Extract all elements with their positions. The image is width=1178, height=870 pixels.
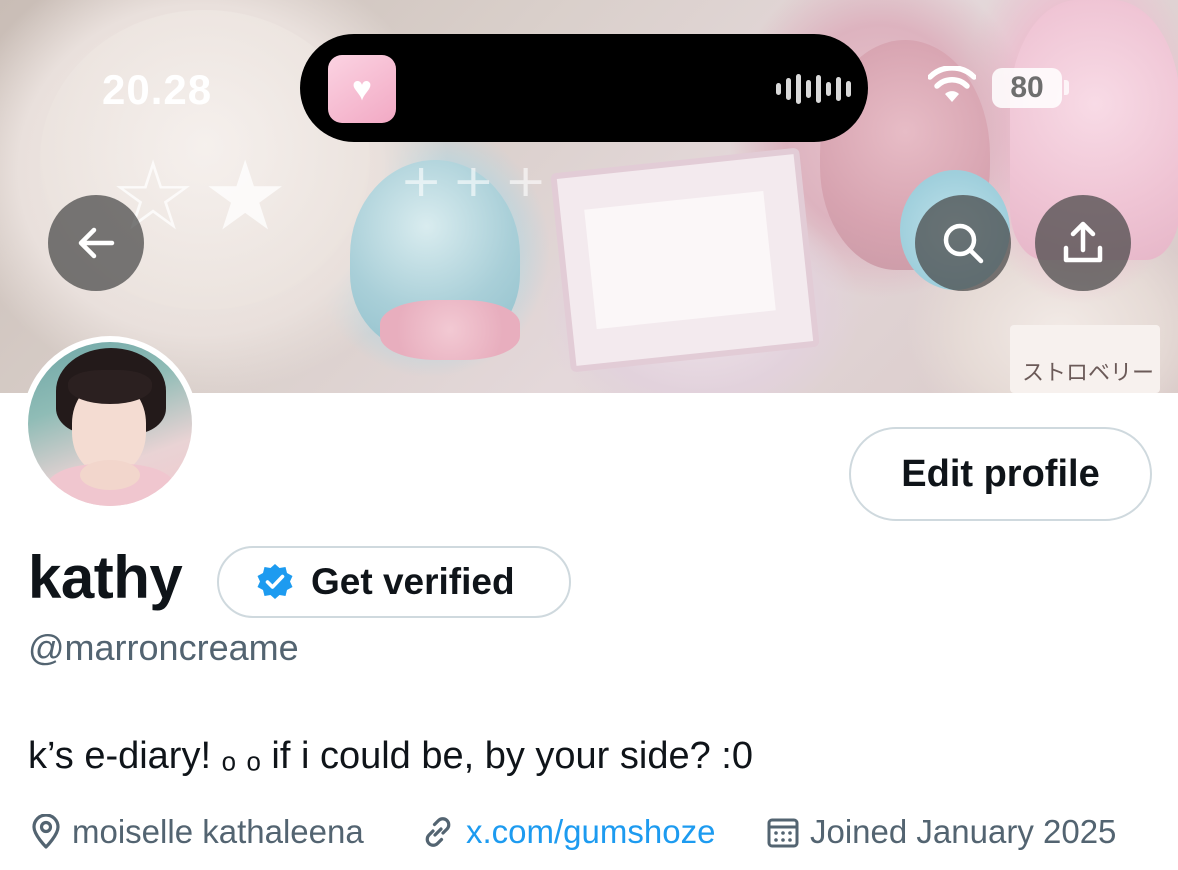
link-icon — [425, 817, 451, 847]
wifi-icon — [928, 66, 976, 102]
joined-text: Joined January 2025 — [810, 813, 1117, 850]
arrow-left-icon — [78, 227, 115, 259]
battery-level: 80 — [1010, 71, 1044, 104]
banner-graphic-decoration: ⁺⁺⁺ — [400, 148, 557, 241]
heart-icon: ♥ — [351, 70, 373, 108]
status-time: 20.28 — [102, 66, 213, 113]
edit-profile-button[interactable]: Edit profile — [849, 427, 1152, 521]
search-icon — [943, 223, 984, 264]
banner-label-text: ストロベリー — [1022, 361, 1155, 386]
share-button[interactable] — [1035, 195, 1131, 291]
profile-bio: k’s e-diary! ₒ ₒ if i could be, by your … — [28, 735, 753, 777]
banner-cake-base — [380, 300, 520, 360]
location-text: moiselle kathaleena — [72, 813, 364, 850]
avatar-hand — [80, 460, 140, 490]
profile-website[interactable]: x.com/gumshoze — [420, 810, 715, 854]
now-playing-app-icon[interactable]: ♥ — [328, 55, 396, 123]
verified-badge-icon — [257, 564, 293, 599]
search-button[interactable] — [915, 195, 1011, 291]
back-button[interactable] — [48, 195, 144, 291]
battery-indicator: 80 — [992, 68, 1062, 108]
calendar-icon — [767, 818, 799, 848]
display-name: kathy — [28, 544, 183, 611]
profile-joined-date: Joined January 2025 — [766, 810, 1116, 854]
get-verified-button[interactable]: Get verified — [217, 546, 571, 618]
profile-location: moiselle kathaleena — [30, 810, 364, 854]
share-icon — [1063, 221, 1103, 263]
avatar-image — [28, 342, 192, 506]
website-link[interactable]: x.com/gumshoze — [466, 813, 715, 851]
avatar[interactable] — [22, 336, 198, 512]
location-pin-icon — [32, 814, 60, 849]
avatar-fringe — [68, 370, 152, 404]
waveform-icon — [776, 73, 851, 105]
get-verified-label: Get verified — [311, 561, 515, 602]
battery-cap — [1064, 80, 1069, 95]
banner-book-page — [584, 190, 776, 330]
username-handle: @marroncreame — [28, 627, 299, 668]
